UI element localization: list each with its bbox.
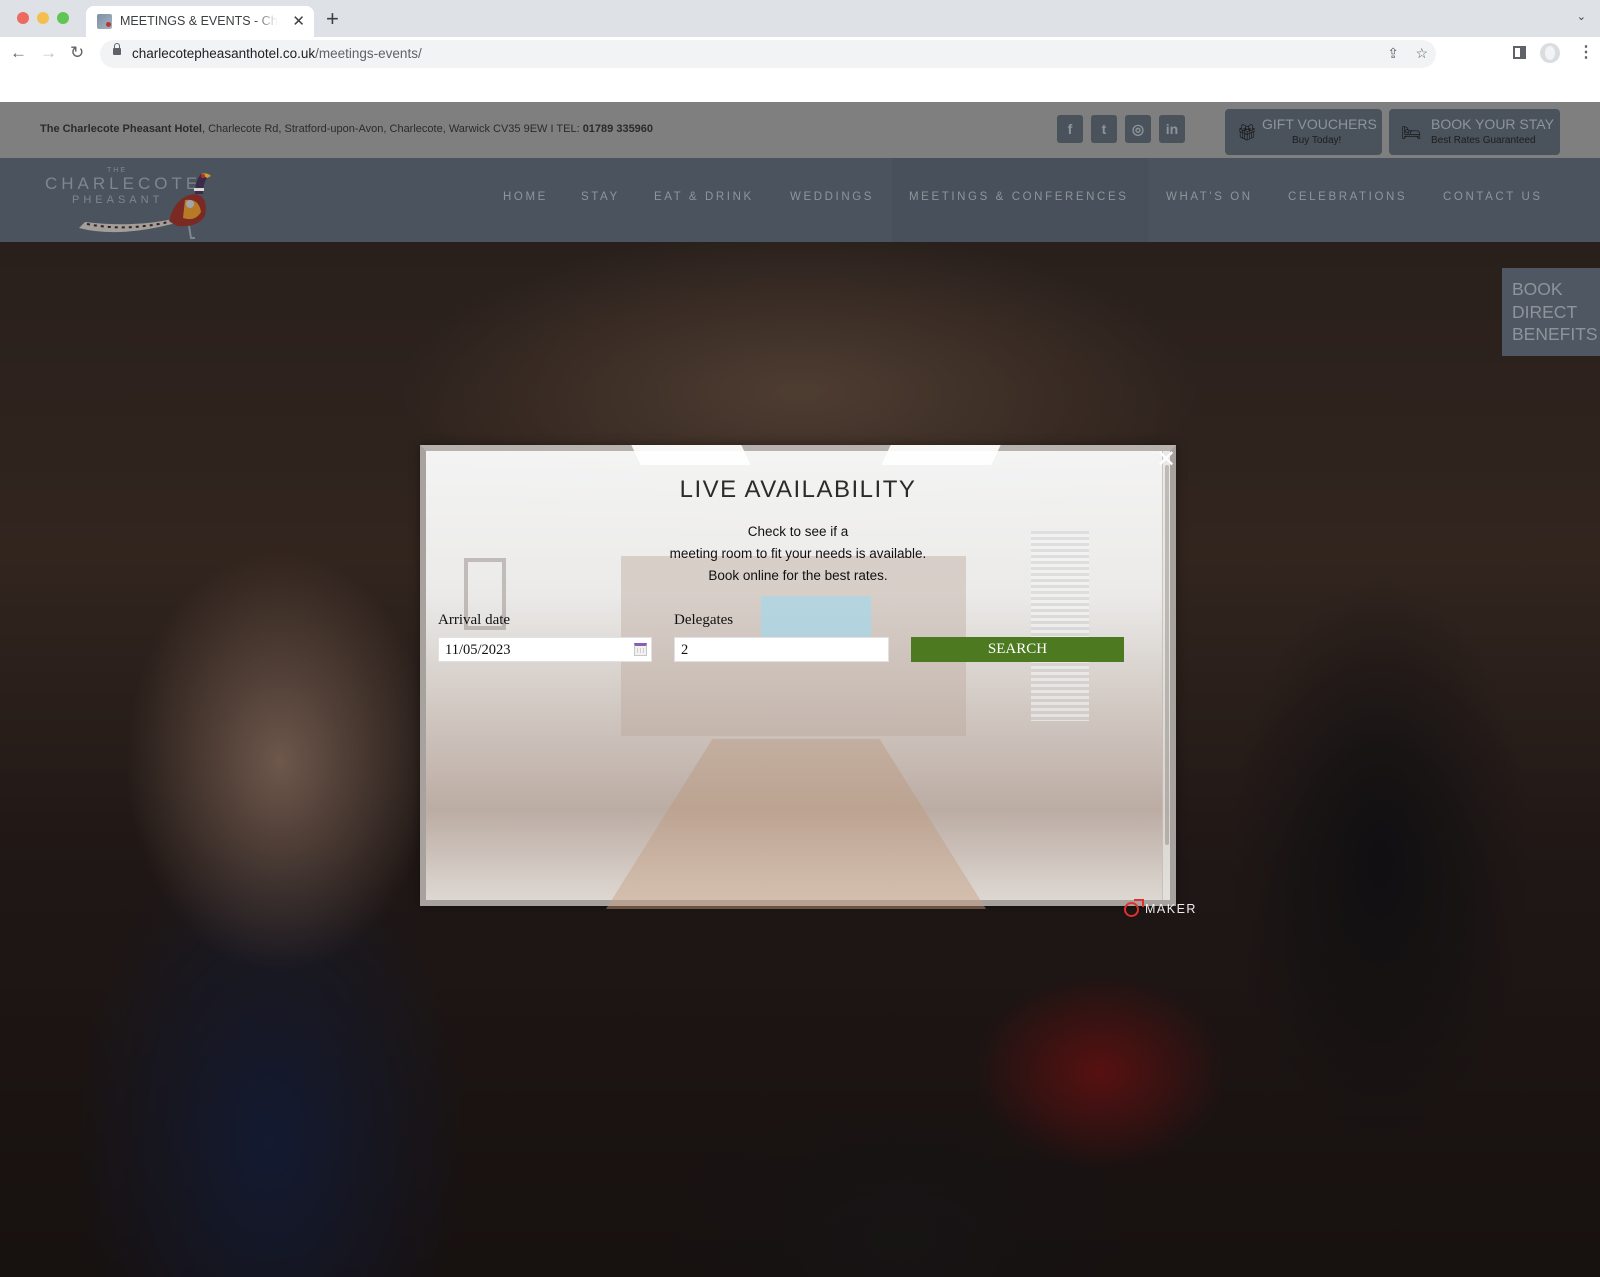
tab-title: MEETINGS & EVENTS - Charlecote Pheasant (120, 14, 278, 28)
maximize-window-button[interactable] (57, 12, 69, 24)
bed-icon: 🛏︎ (1401, 125, 1422, 142)
side-panel-icon[interactable] (1513, 46, 1526, 59)
book-your-stay-title: BOOK YOUR STAY (1431, 116, 1554, 132)
phone-number[interactable]: 01789 335960 (583, 123, 653, 135)
arrival-date-label: Arrival date (438, 612, 511, 628)
back-arrow-icon[interactable]: ← (10, 43, 27, 63)
address-text: , Charlecote Rd, Stratford-upon-Avon, Ch… (202, 123, 583, 135)
ceiling-light-decoration (881, 445, 1001, 465)
nav-contact-us[interactable]: CONTACT US (1443, 191, 1543, 203)
modal-scrollbar-thumb[interactable] (1165, 465, 1169, 845)
bookmark-star-icon[interactable]: ☆ (1415, 45, 1428, 62)
hotel-address: The Charlecote Pheasant Hotel, Charlecot… (40, 123, 653, 135)
page-top-strip (0, 71, 1600, 102)
address-bar[interactable]: charlecotepheasanthotel.co.uk/meetings-e… (100, 40, 1436, 68)
browser-tab-bar: MEETINGS & EVENTS - Charlecote Pheasant … (0, 0, 1600, 37)
presentation-screen-decoration (761, 596, 871, 642)
facebook-icon[interactable]: f (1057, 115, 1083, 143)
instagram-icon[interactable]: ◎ (1125, 115, 1151, 143)
delegates-input[interactable]: 2 (674, 637, 889, 662)
browser-toolbar: ← → ↻ charlecotepheasanthotel.co.uk/meet… (0, 37, 1600, 71)
main-navigation: THE CHARLECOTE PHEASANT HOME STAY EAT & … (0, 158, 1600, 242)
twitter-icon[interactable]: t (1091, 115, 1117, 143)
modal-scrollbar[interactable] (1162, 451, 1170, 900)
share-icon[interactable]: ⇪ (1387, 45, 1399, 62)
delegates-label: Delegates (674, 612, 734, 628)
profile-avatar-icon[interactable] (1540, 43, 1560, 63)
forward-arrow-icon[interactable]: → (40, 43, 57, 63)
arrival-date-input[interactable]: 11/05/2023 (438, 637, 652, 662)
web-page: The Charlecote Pheasant Hotel, Charlecot… (0, 102, 1600, 1277)
contact-top-bar: The Charlecote Pheasant Hotel, Charlecot… (0, 102, 1600, 158)
nav-celebrations[interactable]: CELEBRATIONS (1288, 191, 1407, 203)
nav-stay[interactable]: STAY (581, 191, 620, 203)
nav-meetings-conferences[interactable]: MEETINGS & CONFERENCES (909, 191, 1129, 203)
nav-weddings[interactable]: WEDDINGS (790, 191, 874, 203)
tab-close-icon[interactable]: ✕ (292, 12, 305, 30)
url-path: /meetings-events/ (315, 46, 422, 61)
maker-label: MAKER (1145, 902, 1197, 916)
pheasant-logo-icon (79, 173, 211, 239)
conference-table-decoration (606, 739, 986, 909)
book-direct-line: DIRECT (1512, 301, 1578, 322)
reload-icon[interactable]: ↻ (70, 43, 84, 63)
modal-description-line: meeting room to fit your needs is availa… (669, 546, 927, 561)
nav-home[interactable]: HOME (503, 191, 548, 203)
close-window-button[interactable] (17, 12, 29, 24)
delegates-value: 2 (681, 642, 689, 658)
book-direct-line: BENEFITS (1512, 324, 1598, 344)
gift-vouchers-title: GIFT VOUCHERS (1262, 116, 1377, 132)
search-button[interactable]: SEARCH (911, 637, 1124, 662)
minimize-window-button[interactable] (37, 12, 49, 24)
hotel-name: The Charlecote Pheasant Hotel (40, 123, 202, 135)
maker-logo-icon (1124, 899, 1144, 917)
book-your-stay-subtitle: Best Rates Guaranteed (1431, 135, 1536, 146)
live-availability-modal: ✕ LIVE AVAILABILITY Check to see if a me… (420, 445, 1176, 909)
close-icon[interactable]: ✕ (1156, 448, 1176, 473)
gift-icon: 🎁︎ (1237, 125, 1258, 142)
url-domain: charlecotepheasanthotel.co.uk (132, 46, 316, 61)
linkedin-icon[interactable]: in (1159, 115, 1185, 143)
arrival-date-value: 11/05/2023 (445, 642, 511, 658)
calendar-icon[interactable] (634, 643, 647, 656)
ceiling-light-decoration (631, 445, 751, 465)
gift-vouchers-button[interactable]: 🎁︎ GIFT VOUCHERS Buy Today! (1225, 109, 1382, 155)
book-direct-benefits-tab[interactable]: BOOK DIRECT BENEFITS (1502, 268, 1600, 356)
gift-vouchers-subtitle: Buy Today! (1292, 135, 1342, 146)
site-favicon-icon (97, 14, 112, 29)
lock-icon[interactable] (113, 43, 121, 55)
tab-search-chevron-icon[interactable]: ⌄ (1577, 10, 1586, 23)
book-your-stay-button[interactable]: 🛏︎ BOOK YOUR STAY Best Rates Guaranteed (1389, 109, 1560, 155)
browser-menu-icon[interactable]: ⋮ (1578, 42, 1594, 62)
nav-eat-drink[interactable]: EAT & DRINK (654, 191, 754, 203)
modal-description-line: Check to see if a (747, 524, 849, 539)
browser-tab-active[interactable]: MEETINGS & EVENTS - Charlecote Pheasant … (86, 6, 314, 37)
site-logo[interactable]: THE CHARLECOTE PHEASANT (45, 164, 215, 240)
url-text[interactable]: charlecotepheasanthotel.co.uk/meetings-e… (132, 46, 422, 61)
modal-title: LIVE AVAILABILITY (679, 476, 917, 503)
book-direct-line: BOOK (1512, 279, 1563, 299)
nav-whats-on[interactable]: WHAT'S ON (1166, 191, 1253, 203)
new-tab-button[interactable]: + (326, 6, 339, 32)
modal-description-line: Book online for the best rates. (708, 568, 888, 583)
